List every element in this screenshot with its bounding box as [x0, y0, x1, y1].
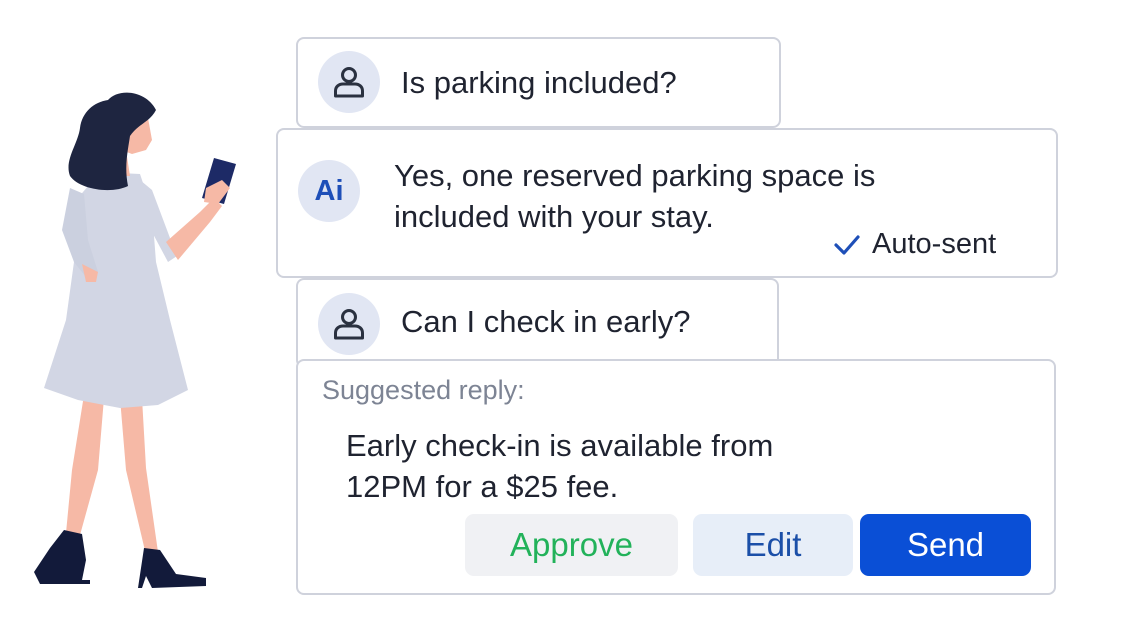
suggested-reply-card: Suggested reply: Early check-in is avail… — [296, 359, 1056, 595]
suggested-reply-label: Suggested reply: — [322, 375, 525, 405]
auto-sent-status: Auto-sent — [834, 228, 996, 261]
ai-message-line-1: Yes, one reserved parking space is — [394, 158, 876, 193]
ai-message-card: Ai Yes, one reserved parking space is in… — [276, 128, 1058, 278]
approve-button[interactable]: Approve — [465, 514, 678, 576]
ai-message-line-2: included with your stay. — [394, 199, 714, 234]
suggested-reply-line-2: 12PM for a $25 fee. — [346, 469, 619, 504]
woman-figure — [34, 92, 236, 588]
guest-avatar-2 — [318, 293, 380, 355]
checkmark-icon — [834, 234, 860, 255]
suggested-reply-line-1: Early check-in is available from — [346, 428, 774, 463]
guest-message-text-2: Can I check in early? — [401, 304, 691, 339]
ai-avatar-label: Ai — [314, 174, 344, 207]
auto-sent-label: Auto-sent — [872, 228, 997, 260]
send-button[interactable]: Send — [860, 514, 1031, 576]
woman-with-phone-illustration — [34, 92, 236, 588]
guest-message-card: Is parking included? — [296, 37, 781, 128]
guest-message-text: Is parking included? — [401, 65, 677, 100]
guest-avatar — [318, 51, 380, 113]
guest-message-card-2: Can I check in early? — [296, 278, 779, 368]
user-icon — [334, 67, 364, 98]
user-icon — [334, 309, 364, 340]
ai-avatar: Ai — [298, 160, 360, 222]
edit-button[interactable]: Edit — [693, 514, 853, 576]
